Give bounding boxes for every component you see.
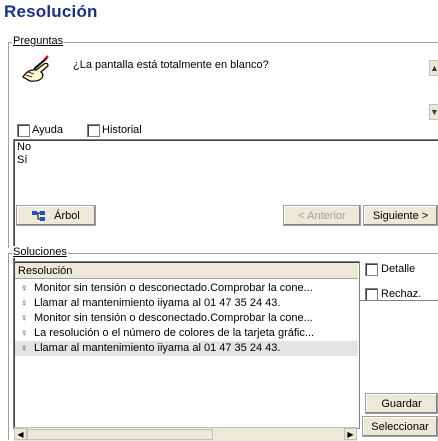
history-checkbox[interactable]	[87, 124, 100, 137]
lightbulb-icon: ♀	[20, 298, 28, 309]
lightbulb-icon: ♀	[20, 313, 28, 324]
page-title: Resolución	[4, 2, 98, 21]
row-text: Monitor sin tensión o desconectado.Compr…	[34, 282, 313, 294]
solutions-group-label: Soluciones	[12, 246, 68, 258]
row-text: Llamar al mantenimiento iiyama al 01 47 …	[34, 342, 281, 354]
questions-group-top-border	[8, 42, 438, 44]
help-checkbox-label: Ayuda	[32, 124, 63, 136]
previous-button[interactable]: < Anterior	[283, 205, 361, 226]
answer-item[interactable]: No	[17, 141, 31, 153]
detail-checkbox[interactable]	[365, 263, 378, 276]
tree-icon	[32, 210, 46, 221]
save-button[interactable]: Guardar	[365, 393, 438, 414]
solutions-group-top-border	[8, 253, 438, 255]
history-checkbox-label: Historial	[102, 124, 142, 136]
detail-checkbox-label: Detalle	[381, 263, 416, 275]
lightbulb-icon: ♀	[20, 283, 28, 294]
select-button[interactable]: Seleccionar	[362, 416, 438, 437]
magic-wand-hand-icon	[20, 55, 54, 85]
row-text: Monitor sin tensión o desconectado.Compr…	[34, 312, 313, 324]
select-button-label: Seleccionar	[371, 420, 429, 433]
answer-item[interactable]: Sí	[17, 154, 27, 166]
lightbulb-icon: ♀	[20, 328, 28, 339]
previous-button-label: < Anterior	[298, 209, 346, 222]
scroll-thumb[interactable]	[27, 429, 213, 440]
tree-button[interactable]: Árbol	[16, 205, 96, 226]
table-row[interactable]: ♀ Llamar al mantenimiento iiyama al 01 47…	[15, 341, 358, 356]
save-button-label: Guardar	[381, 397, 422, 410]
questions-group-label: Preguntas	[12, 35, 65, 47]
help-checkbox[interactable]	[17, 124, 30, 137]
row-text: Llamar al mantenimiento iiyama al 01 47 …	[34, 297, 281, 309]
question-scroll-down[interactable]: ▼	[429, 104, 438, 120]
table-row[interactable]: ♀ Monitor sin tensión o desconectado.Comp…	[15, 311, 358, 326]
lightbulb-icon: ♀	[20, 343, 28, 354]
table-row[interactable]: ♀ La resolución o el número de colores de…	[15, 326, 358, 341]
reject-checkbox[interactable]	[365, 288, 378, 301]
question-text: ¿La pantalla está totalmente en blanco?	[73, 59, 269, 71]
next-button[interactable]: Siguiente >	[363, 205, 438, 226]
row-text: La resolución o el número de colores de …	[34, 327, 315, 339]
scroll-right-arrow[interactable]: ▶	[344, 428, 357, 440]
solutions-hscrollbar[interactable]: ◀ ▶	[14, 427, 357, 441]
question-scroll-up[interactable]: ▲	[429, 60, 438, 76]
next-button-label: Siguiente >	[372, 209, 429, 222]
column-header-resolution[interactable]: Resolución	[15, 263, 358, 279]
solutions-table[interactable]: Resolución ♀ Monitor sin tensión o descon…	[13, 261, 360, 429]
scroll-left-arrow[interactable]: ◀	[14, 428, 27, 440]
solutions-group-left-border	[8, 253, 9, 440]
tree-button-label: Árbol	[54, 209, 80, 222]
reject-checkbox-label: Rechaz.	[381, 288, 422, 300]
questions-group-left-border	[8, 42, 9, 248]
table-row[interactable]: ♀ Llamar al mantenimiento iiyama al 01 47…	[15, 296, 358, 311]
table-row[interactable]: ♀ Monitor sin tensión o desconectado.Comp…	[15, 281, 358, 296]
